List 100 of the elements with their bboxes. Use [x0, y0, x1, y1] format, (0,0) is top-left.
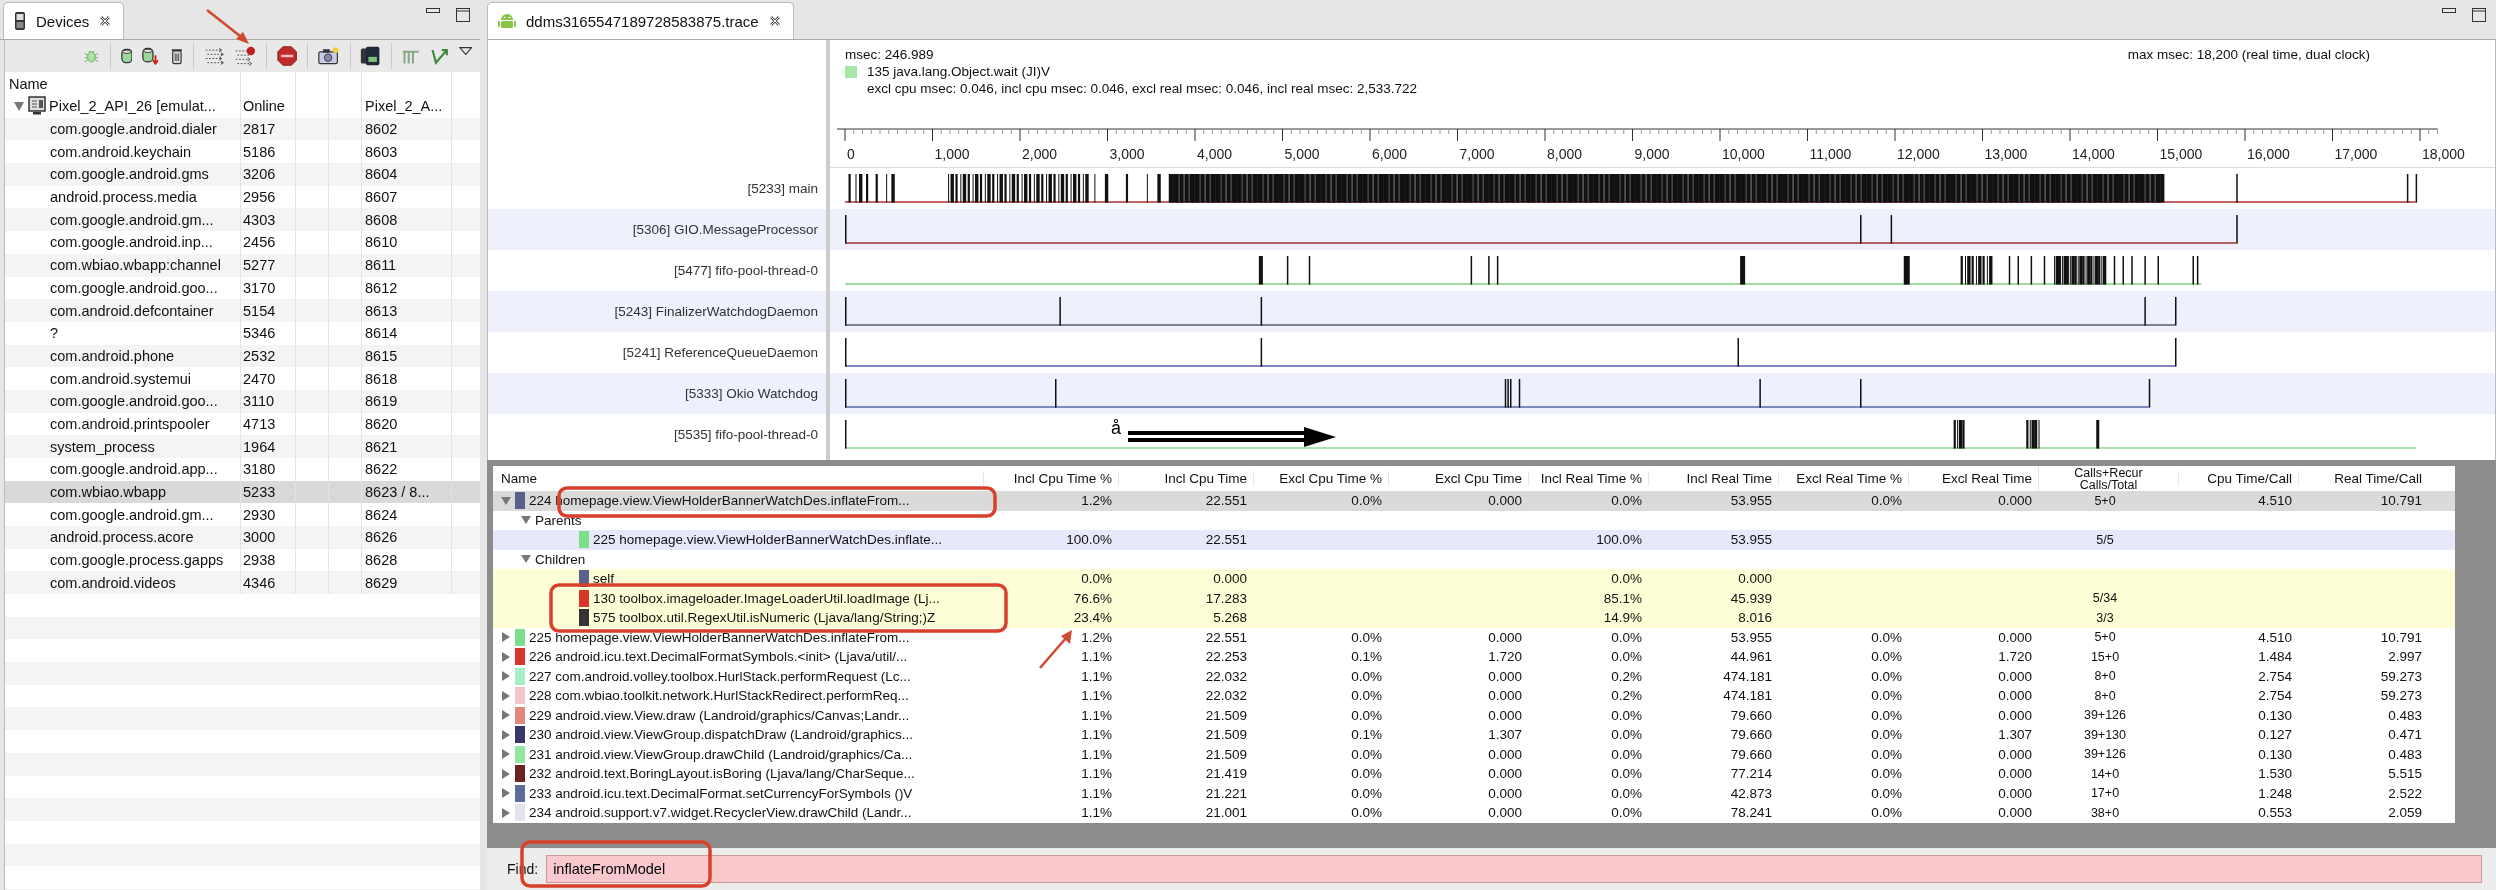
minimize-icon[interactable]	[426, 8, 440, 14]
threads-icon[interactable]	[203, 45, 224, 67]
column-header[interactable]: Incl Cpu Time %	[983, 471, 1118, 486]
method-row[interactable]: 229 android.view.View.draw (Landroid/graphics/Canvas;Landr... 1.1% 21.509 0.0% 0.000 0.0% 79.660 0.0% 0.000 39+126 0.130 0.483	[493, 705, 2455, 725]
trash-icon[interactable]	[171, 46, 183, 66]
phone-icon	[14, 11, 26, 31]
process-row[interactable]: system_process 1964 8621	[5, 435, 480, 458]
trace-tab[interactable]: ddms3165547189728583875.trace	[487, 2, 794, 39]
column-header[interactable]: Excl Real Time %	[1778, 471, 1908, 486]
expanded-triangle-icon[interactable]	[501, 495, 511, 506]
table-cell: 0.0%	[1611, 571, 1642, 587]
thread-name[interactable]: [5535] fifo-pool-thread-0	[673, 427, 818, 442]
maximize-icon[interactable]	[2472, 8, 2486, 22]
method-row[interactable]: 226 android.icu.text.DecimalFormatSymbols.<init> (Ljava/util/... 1.1% 22.253 0.1% 1.720 0.0% 44.961 0.0% 1.720 15+0 1.484 2.997	[493, 647, 2455, 667]
collapsed-triangle-icon[interactable]	[501, 710, 511, 721]
column-header[interactable]: Incl Cpu Time	[1118, 471, 1253, 486]
process-row[interactable]: android.process.acore 3000 8626	[5, 526, 480, 549]
camera-icon[interactable]	[317, 45, 340, 67]
column-header[interactable]: Excl Cpu Time %	[1253, 471, 1388, 486]
method-row[interactable]: self 0.0% 0.000 0.0% 0.000	[493, 569, 2455, 589]
table-cell: 45.939	[1730, 590, 1772, 606]
process-row[interactable]: com.google.android.inp... 2456 8610	[5, 231, 480, 254]
debug-port: 8623 / 8...	[361, 480, 451, 504]
column-header[interactable]: Name	[493, 471, 983, 486]
profiling-icon[interactable]	[233, 44, 256, 68]
ruler-label: 7,000	[1459, 146, 1495, 162]
table-cell: 39+130	[2083, 728, 2127, 741]
column-header[interactable]: Excl Real Time	[1908, 471, 2038, 486]
method-row[interactable]: 575 toolbox.util.RegexUtil.isNumeric (Ljava/lang/String;)Z 23.4% 5.268 14.9% 8.016 3/3	[493, 608, 2455, 628]
devices-tab[interactable]: Devices	[3, 2, 125, 39]
device-screen-icon[interactable]	[360, 44, 381, 68]
method-row[interactable]: 233 android.icu.text.DecimalFormat.setCurrencyForSymbols ()V 1.1% 21.221 0.0% 0.000 0.0% 42.873 0.0% 0.000 17+0 1.248 2.522	[493, 783, 2455, 803]
method-row[interactable]: 230 android.view.ViewGroup.dispatchDraw (Landroid/graphics... 1.1% 21.509 0.1% 1.307 0.0% 79.660 0.0% 1.307 39+130 0.127 0.471	[493, 725, 2455, 745]
method-name: 575 toolbox.util.RegexUtil.isNumeric (Ljava/lang/String;)Z	[593, 610, 936, 626]
process-row[interactable]: ? 5346 8614	[5, 321, 480, 345]
process-name: com.google.process.gapps	[49, 552, 225, 569]
database-icon[interactable]	[120, 46, 133, 66]
process-row[interactable]: com.google.android.gm... 4303 8608	[5, 208, 480, 232]
maximize-icon[interactable]	[456, 8, 470, 22]
collapsed-triangle-icon[interactable]	[501, 651, 511, 662]
table-cell: 0.0%	[1611, 785, 1642, 801]
table-cell: 1.1%	[1081, 688, 1112, 704]
process-row[interactable]: com.wbiao.wbapp 5233 8623 / 8...	[5, 480, 480, 504]
process-row[interactable]: com.android.systemui 2470 8618	[5, 367, 480, 390]
column-header[interactable]: Incl Real Time %	[1528, 471, 1648, 486]
close-icon[interactable]	[768, 15, 781, 27]
method-row[interactable]: 227 com.android.volley.toolbox.HurlStack.performRequest (Lc... 1.1% 22.032 0.0% 0.000 0.2% 474.181 0.0% 0.000 8+0 2.754 59.273	[493, 666, 2455, 686]
stop-icon[interactable]	[276, 44, 297, 68]
table-cell: 4.510	[2258, 629, 2292, 645]
expanded-triangle-icon[interactable]	[521, 515, 531, 526]
expanded-triangle-icon[interactable]	[521, 554, 531, 565]
thread-name[interactable]: [5477] fifo-pool-thread-0	[673, 263, 818, 278]
process-row[interactable]: com.google.android.dialer 2817 8602	[5, 117, 480, 141]
column-header[interactable]: Calls+Recur Calls/Total	[2038, 466, 2178, 491]
expanded-triangle-icon[interactable]	[13, 100, 25, 113]
collapsed-triangle-icon[interactable]	[501, 749, 511, 760]
column-header[interactable]: Cpu Time/Call	[2178, 471, 2298, 486]
method-row[interactable]: 231 android.view.ViewGroup.drawChild (Landroid/graphics/Ca... 1.1% 21.509 0.0% 0.000 0.0% 79.660 0.0% 0.000 39+126 0.130 0.483	[493, 744, 2455, 764]
method-row[interactable]: 225 homepage.view.ViewHolderBannerWatchDes.inflateFrom... 1.2% 22.551 0.0% 0.000 0.0% 53.955 0.0% 0.000 5+0 4.510 10.791	[493, 627, 2455, 647]
find-field[interactable]: inflateFromModel	[546, 855, 2482, 883]
process-row[interactable]: com.android.phone 2532 8615	[5, 344, 480, 368]
collapsed-triangle-icon[interactable]	[501, 632, 511, 643]
database-download-icon[interactable]	[142, 45, 161, 67]
method-row[interactable]: 225 homepage.view.ViewHolderBannerWatchDes.inflate... 100.0% 22.551 100.0% 53.955 5/5	[493, 530, 2455, 550]
thread-name[interactable]: [5233] main	[747, 181, 818, 196]
method-row[interactable]: 232 android.text.BoringLayout.isBoring (Ljava/lang/CharSeque... 1.1% 21.419 0.0% 0.000 0.0% 77.214 0.0% 0.000 14+0 1.530 5.515	[493, 764, 2455, 784]
group-row[interactable]: Children	[493, 549, 2455, 569]
ruler-label: 15,000	[2159, 146, 2203, 162]
process-id: 2470	[240, 367, 295, 390]
thread-name[interactable]: [5333] Okio Watchdog	[684, 386, 818, 401]
collapsed-triangle-icon[interactable]	[501, 729, 511, 740]
thread-name[interactable]: [5241] ReferenceQueueDaemon	[622, 345, 818, 360]
column-header[interactable]: Incl Real Time	[1648, 471, 1778, 486]
method-row[interactable]: 234 android.support.v7.widget.RecyclerView.drawChild (Landr... 1.1% 21.001 0.0% 0.000 0.0% 78.241 0.0% 0.000 38+0 0.553 2.059	[493, 803, 2455, 823]
process-row[interactable]: com.google.android.app... 3180 8622	[5, 458, 480, 481]
process-row[interactable]: com.google.android.gms 3206 8604	[5, 163, 480, 186]
process-row[interactable]: com.android.defcontainer 5154 8613	[5, 299, 480, 322]
method-row[interactable]: 228 com.wbiao.toolkit.network.HurlStackRedirect.performReq... 1.1% 22.032 0.0% 0.000 0.2% 474.181 0.0% 0.000 8+0 2.754 59.273	[493, 686, 2455, 706]
collapsed-triangle-icon[interactable]	[501, 690, 511, 701]
collapsed-triangle-icon[interactable]	[501, 671, 511, 682]
dropdown-icon[interactable]	[458, 46, 473, 56]
collapsed-triangle-icon[interactable]	[501, 768, 511, 779]
collapsed-triangle-icon[interactable]	[501, 807, 511, 818]
process-name: com.android.phone	[49, 347, 176, 364]
device-name[interactable]: Pixel_2_API_26 [emulat...	[49, 98, 216, 115]
column-header[interactable]: Excl Cpu Time	[1388, 471, 1528, 486]
process-row[interactable]: com.google.android.goo... 3110 8619	[5, 389, 480, 413]
process-name: com.google.android.goo...	[49, 393, 219, 410]
column-header[interactable]: Name	[5, 75, 240, 92]
annotation-arrow	[206, 9, 249, 44]
collapsed-triangle-icon[interactable]	[501, 788, 511, 799]
process-row[interactable]: com.wbiao.wbapp:channel 5277 8611	[5, 253, 480, 277]
process-row[interactable]: com.android.videos 4346 8629	[5, 571, 480, 595]
close-icon[interactable]	[99, 15, 112, 27]
minimize-icon[interactable]	[2442, 8, 2456, 14]
process-id: 5233	[240, 480, 295, 504]
group-row[interactable]: Parents	[493, 510, 2455, 530]
table-cell: 1.307	[1488, 727, 1522, 743]
column-header[interactable]: Real Time/Call	[2298, 471, 2428, 486]
table-cell: 100.0%	[1596, 532, 1642, 548]
